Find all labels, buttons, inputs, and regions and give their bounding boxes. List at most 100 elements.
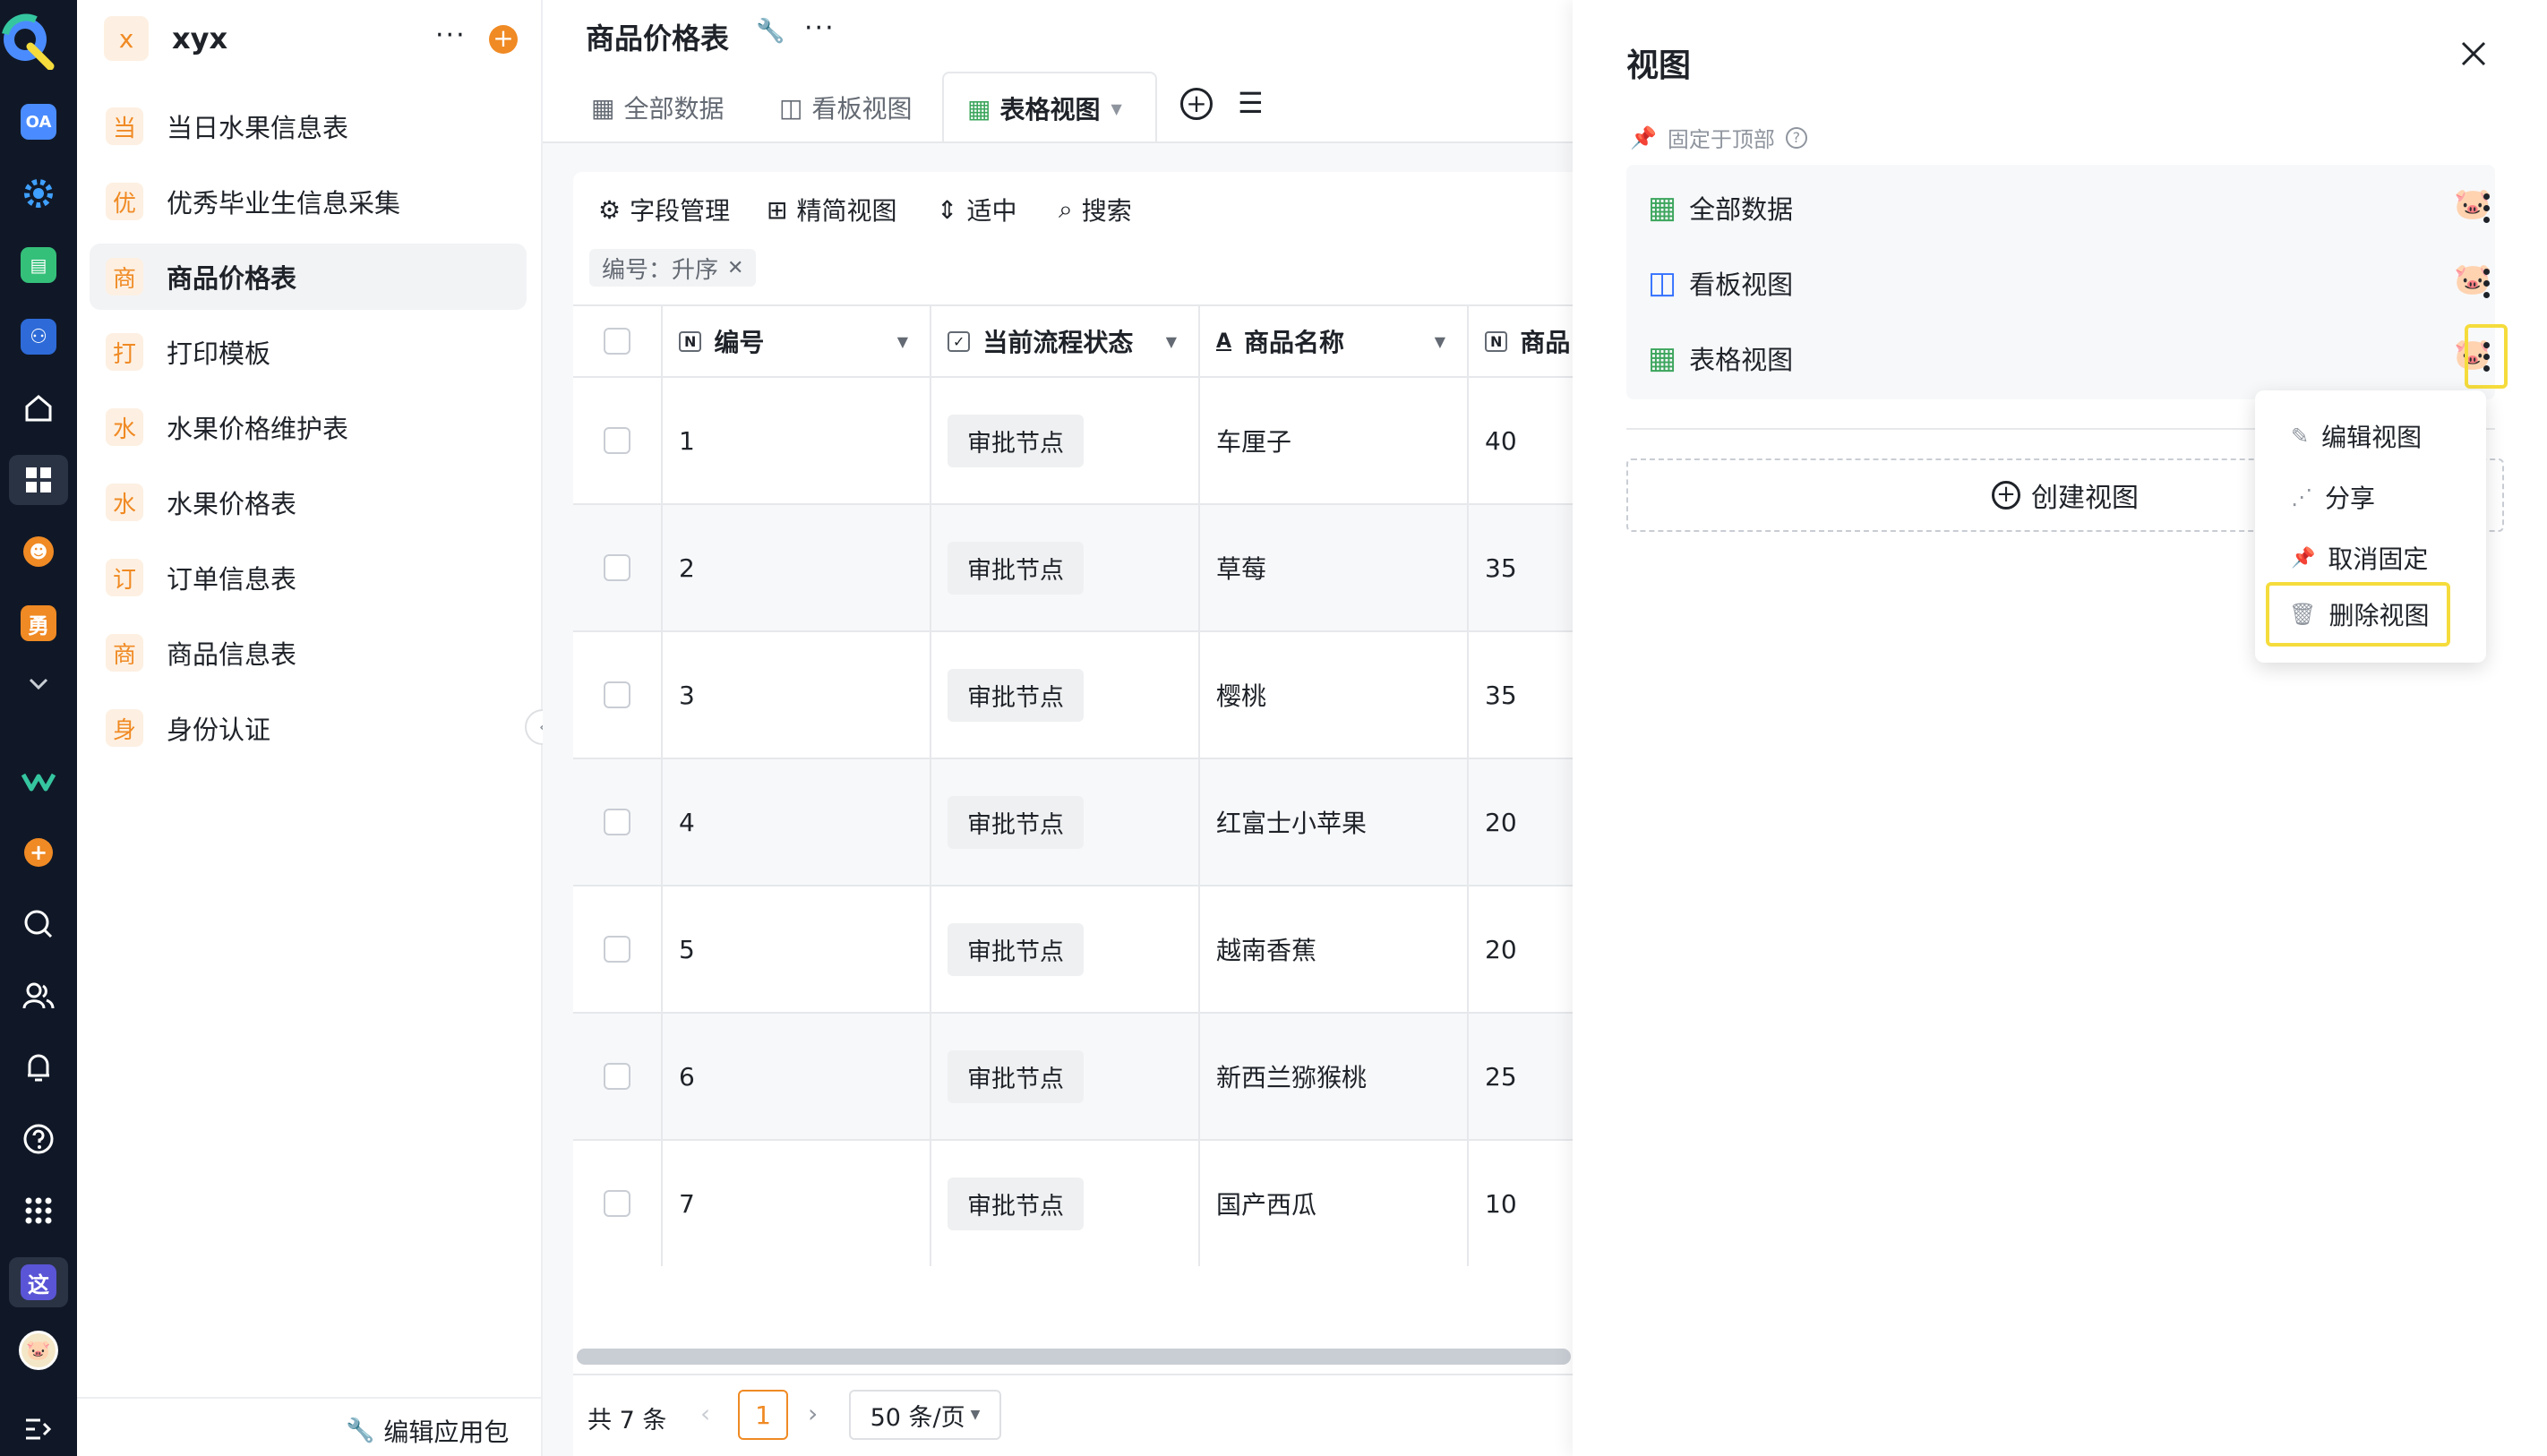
rail-smile[interactable]: ☻ [9,527,68,577]
sidebar-item[interactable]: 商商品信息表 [90,620,527,686]
sidebar-item[interactable]: 身身份认证 [90,695,527,761]
column-header[interactable]: ✓ 当前流程状态 ▼ [931,306,1200,376]
app-more-icon[interactable]: ··· [435,20,467,51]
caret-down-icon[interactable]: ▼ [897,333,908,350]
title-more-icon[interactable]: ··· [804,13,836,44]
table-row[interactable]: 3 审批节点 樱桃 35 [573,632,1573,759]
page-size-select[interactable]: 50 条/页 ▼ [849,1390,1001,1440]
field-manage-button[interactable]: ⚙ 字段管理 [598,192,730,227]
tab-kanban[interactable]: ◫ 看板视图 [779,72,912,143]
rail-search[interactable] [9,899,68,949]
add-view-icon[interactable]: + [1180,88,1213,120]
table-row[interactable]: 1 审批节点 车厘子 40 [573,378,1573,505]
row-height-button[interactable]: ⇕ 适中 [937,192,1016,227]
rail-bell[interactable] [9,1042,68,1092]
close-icon[interactable]: ✕ [727,257,743,279]
menu-item-share[interactable]: ⋰ 分享 [2271,469,2459,525]
row-checkbox[interactable] [604,1190,630,1217]
horizontal-scrollbar[interactable] [577,1349,1571,1365]
view-more-icon-highlighted[interactable] [2465,324,2508,389]
add-plus-icon[interactable]: + [489,25,518,54]
wrench-icon[interactable]: 🔧 [756,18,785,45]
menu-item-edit-view[interactable]: ✎ 编辑视图 [2271,408,2459,464]
page-number-current[interactable]: 1 [738,1390,788,1440]
sidebar-item[interactable]: 水水果价格表 [90,469,527,535]
smile-icon: ☻ [23,536,54,567]
rail-oa[interactable]: OA [9,97,68,147]
table-row[interactable]: 4 审批节点 红富士小苹果 20 [573,759,1573,886]
view-more-icon[interactable] [2468,179,2504,236]
sidebar-item-label: 订单信息表 [167,564,297,595]
menu-item-delete-view[interactable]: 🗑 删除视图 [2266,582,2450,647]
rail-help[interactable] [9,1114,68,1164]
compact-view-button[interactable]: ⊞ 精简视图 [767,192,896,227]
select-all-cell[interactable] [573,306,663,376]
rail-home[interactable] [9,383,68,433]
table-row[interactable]: 7 审批节点 国产西瓜 10 [573,1141,1573,1268]
rail-collapse[interactable] [9,1404,68,1454]
menu-item-unpin[interactable]: 📌 取消固定 [2271,530,2459,586]
table-row[interactable]: 5 审批节点 越南香蕉 20 [573,886,1573,1014]
edit-package-button[interactable]: 🔧 编辑应用包 [346,1413,509,1449]
rail-apps[interactable] [9,455,68,505]
column-header[interactable]: N 编号 ▼ [663,306,931,376]
search-button[interactable]: ⌕ 搜索 [1059,192,1132,227]
menu-label: 取消固定 [2328,544,2429,574]
share-icon: ⋰ [2291,484,2312,510]
rail-settings[interactable] [9,168,68,218]
rail-grid[interactable] [9,1186,68,1236]
rail-team[interactable]: ⚇ [9,312,68,362]
table-row[interactable]: 2 审批节点 草莓 35 [573,505,1573,632]
rail-expand[interactable] [9,659,68,709]
row-checkbox[interactable] [604,681,630,708]
page-title: 商品价格表 [586,21,730,56]
table-row[interactable]: 6 审批节点 新西兰猕猴桃 25 [573,1014,1573,1141]
caret-down-icon[interactable]: ▼ [1111,100,1121,117]
sidebar-item-selected[interactable]: 商商品价格表 [90,244,527,310]
next-page-icon[interactable]: › [808,1399,818,1428]
row-checkbox[interactable] [604,936,630,963]
caret-down-icon[interactable]: ▼ [1166,333,1177,350]
rail-wave[interactable] [9,756,68,806]
tab-table-view[interactable]: ▦ 表格视图 ▼ [942,72,1157,143]
app-name: xyx [172,21,228,56]
wrench-icon: 🔧 [346,1417,375,1444]
contacts-icon [22,982,55,1009]
cell-id: 4 [663,759,931,885]
column-label: 商品 [1520,328,1571,357]
select-all-checkbox[interactable] [604,328,630,355]
row-checkbox[interactable] [604,427,630,454]
sidebar-item[interactable]: 水水果价格维护表 [90,394,527,460]
view-item-all-data[interactable]: ▦ 全部数据 🐷 [1626,170,2495,245]
tab-label: 表格视图 [999,95,1101,124]
caret-down-icon[interactable]: ▼ [1435,333,1445,350]
app-logo-icon[interactable] [0,7,56,71]
sidebar-item[interactable]: 优优秀毕业生信息采集 [90,168,527,235]
row-checkbox[interactable] [604,1063,630,1090]
rail-zhe[interactable]: 这 [9,1257,68,1307]
tab-all-data[interactable]: ▦ 全部数据 [591,72,724,143]
sidebar-item[interactable]: 打打印模板 [90,319,527,385]
rail-sheet[interactable]: ▤ [9,240,68,290]
prev-page-icon[interactable]: ‹ [700,1399,710,1428]
sidebar-item-label: 优秀毕业生信息采集 [167,188,401,218]
rail-contacts[interactable] [9,971,68,1021]
rail-avatar[interactable]: 🐷 [9,1325,68,1375]
sidebar-item-label: 水果价格表 [167,489,297,519]
view-list-icon[interactable]: ☰ [1238,86,1264,120]
row-checkbox[interactable] [604,554,630,581]
sidebar-item[interactable]: 当当日水果信息表 [90,93,527,159]
table-icon: ▦ [1648,340,1677,376]
row-checkbox[interactable] [604,809,630,835]
view-item-kanban[interactable]: ◫ 看板视图 🐷 [1626,245,2495,321]
help-icon[interactable]: ? [1785,126,1807,149]
close-panel-button[interactable] [2459,39,2488,72]
sort-chip[interactable]: 编号：升序 ✕ [589,249,757,287]
view-item-table[interactable]: ▦ 表格视图 🐷 [1626,321,2495,396]
column-header[interactable]: A 商品名称 ▼ [1200,306,1469,376]
view-more-icon[interactable] [2468,254,2504,312]
sidebar-item[interactable]: 订订单信息表 [90,544,527,611]
cell-name: 越南香蕉 [1200,886,1469,1012]
rail-yong[interactable]: 勇 [9,598,68,648]
rail-add[interactable]: + [9,827,68,878]
